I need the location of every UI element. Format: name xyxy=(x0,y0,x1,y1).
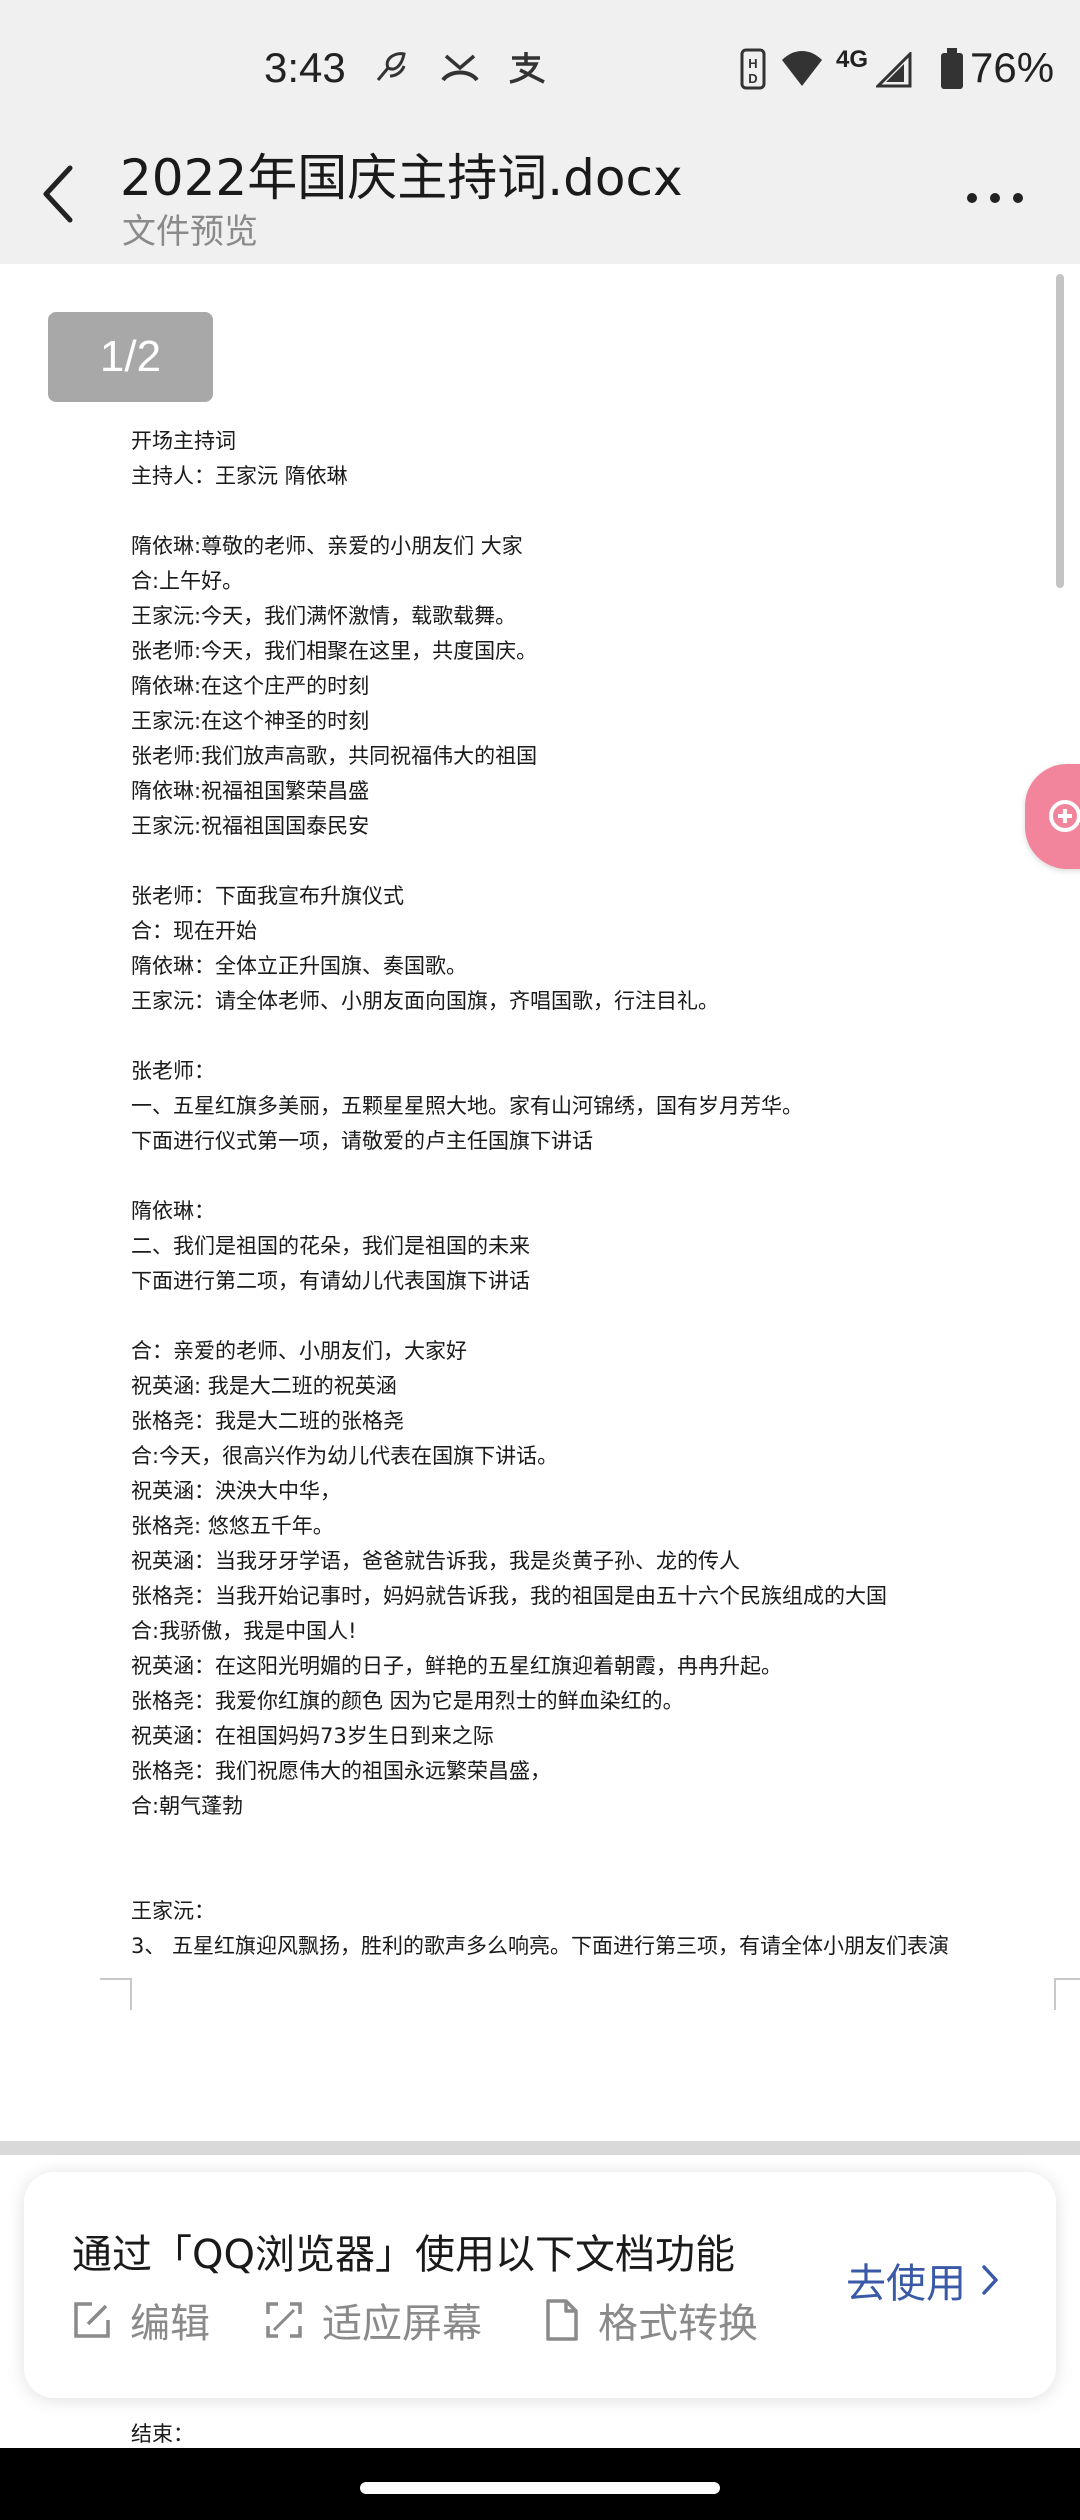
document-line: 隋依琳:在这个庄严的时刻 xyxy=(131,674,370,698)
back-button[interactable] xyxy=(30,158,90,228)
home-indicator[interactable] xyxy=(360,2482,720,2494)
document-line: 3、 五星红旗迎风飘扬，胜利的歌声多么响亮。下面进行第三项，有请全体小朋友们表演 xyxy=(131,1934,950,1958)
system-navigation-bar xyxy=(0,2448,1080,2520)
document-line: 张老师:今天，我们相聚在这里，共度国庆。 xyxy=(131,639,538,663)
document-icon xyxy=(546,2299,578,2341)
svg-text:D: D xyxy=(748,71,757,86)
app-header: 2022年国庆主持词.docx 文件预览 xyxy=(0,128,1080,264)
fit-screen-feature-button[interactable]: 适应屏幕 xyxy=(264,2292,482,2348)
document-line: 二、我们是祖国的花朵，我们是祖国的未来 xyxy=(131,1234,530,1258)
document-line: 张格尧：我爱你红旗的颜色 因为它是用烈士的鲜血染红的。 xyxy=(131,1689,684,1713)
fit-screen-feature-label: 适应屏幕 xyxy=(322,2301,482,2347)
document-line: 王家沅：请全体老师、小朋友面向国旗，齐唱国歌，行注目礼。 xyxy=(131,989,719,1013)
document-line: 合:我骄傲，我是中国人! xyxy=(131,1619,357,1643)
document-line: 隋依琳:尊敬的老师、亲爱的小朋友们 大家 xyxy=(131,534,523,558)
document-line: 下面进行第二项，有请幼儿代表国旗下讲话 xyxy=(131,1269,530,1293)
document-line: 王家沅:祝福祖国国泰民安 xyxy=(131,814,370,838)
document-line: 张老师： xyxy=(131,1059,215,1083)
alipay-notification-icon xyxy=(509,52,545,84)
chevron-right-icon xyxy=(982,2265,998,2295)
more-dots-icon xyxy=(967,193,1023,203)
page-divider xyxy=(0,2141,1080,2155)
document-line: 合:上午好。 xyxy=(131,569,244,593)
wifi-icon xyxy=(782,51,822,86)
document-line: 张格尧: 悠悠五千年。 xyxy=(131,1514,334,1538)
next-page-text: 结束： xyxy=(131,2422,194,2446)
floating-assistant-tab[interactable] xyxy=(1025,764,1080,869)
document-line: 张格尧：我们祝愿伟大的祖国永远繁荣昌盛， xyxy=(131,1759,551,1783)
page-counter-badge: 1/2 xyxy=(48,312,213,402)
document-line: 祝英涵：当我牙牙学语，爸爸就告诉我，我是炎黄子孙、龙的传人 xyxy=(131,1549,740,1573)
more-options-button[interactable] xyxy=(960,168,1030,228)
document-page-content: 开场主持词主持人：王家沅 隋依琳隋依琳:尊敬的老师、亲爱的小朋友们 大家 合:上午… xyxy=(131,424,1061,1964)
edit-feature-label: 编辑 xyxy=(130,2301,210,2347)
battery-percentage: 76% xyxy=(970,44,1055,91)
page-corner-mark xyxy=(1054,1978,1080,2010)
document-line: 合：现在开始 xyxy=(131,919,257,943)
document-line: 张老师:我们放声高歌，共同祝福伟大的祖国 xyxy=(131,744,538,768)
fit-screen-icon xyxy=(266,2302,302,2338)
document-line: 张格尧：当我开始记事时，妈妈就告诉我，我的祖国是由五十六个民族组成的大国 xyxy=(131,1584,887,1608)
document-line: 张老师：下面我宣布升旗仪式 xyxy=(131,884,404,908)
document-line: 开场主持词 xyxy=(131,429,236,453)
document-line: 祝英涵：在祖国妈妈73岁生日到来之际 xyxy=(131,1724,494,1748)
document-line: 祝英涵：在这阳光明媚的日子，鲜艳的五星红旗迎着朝霞，冉冉升起。 xyxy=(131,1654,782,1678)
chevron-left-icon xyxy=(43,165,73,223)
battery-icon xyxy=(941,48,963,89)
edit-feature-button[interactable]: 编辑 xyxy=(72,2292,210,2348)
hd-icon: H D xyxy=(740,48,766,90)
document-line: 合:今天，很高兴作为幼儿代表在国旗下讲话。 xyxy=(131,1444,559,1468)
document-line: 一、五星红旗多美丽，五颗星星照大地。家有山河锦绣，国有岁月芳华。 xyxy=(131,1094,803,1118)
qq-browser-promo-card[interactable]: 通过「QQ浏览器」使用以下文档功能 编辑 适应屏幕 格式转换 去使用 xyxy=(24,2172,1056,2398)
network-type-label: 4G xyxy=(836,46,869,73)
document-line: 祝英涵: 我是大二班的祝英涵 xyxy=(131,1374,397,1398)
document-subtitle: 文件预览 xyxy=(122,212,258,252)
document-line: 隋依琳：全体立正升国旗、奏国歌。 xyxy=(131,954,467,978)
add-circle-icon xyxy=(1049,800,1080,832)
go-use-button[interactable]: 去使用 xyxy=(846,2252,1000,2308)
document-line: 下面进行仪式第一项，请敬爱的卢主任国旗下讲话 xyxy=(131,1129,593,1153)
document-line: 隋依琳： xyxy=(131,1199,215,1223)
status-time: 3:43 xyxy=(264,44,346,91)
page-corner-mark xyxy=(100,1978,132,2010)
status-bar: 3:43 H D 4G 76% xyxy=(0,0,1080,128)
svg-text:H: H xyxy=(748,56,757,71)
document-line: 王家沅:今天，我们满怀激情，载歌载舞。 xyxy=(131,604,517,628)
go-use-label: 去使用 xyxy=(846,2261,966,2307)
document-title: 2022年国庆主持词.docx xyxy=(120,149,683,207)
format-convert-feature-button[interactable]: 格式转换 xyxy=(544,2292,758,2348)
format-convert-feature-label: 格式转换 xyxy=(598,2301,758,2347)
document-line: 王家沅： xyxy=(131,1899,215,1923)
document-line: 王家沅:在这个神圣的时刻 xyxy=(131,709,370,733)
edit-icon xyxy=(74,2302,110,2338)
document-line: 合：亲爱的老师、小朋友们，大家好 xyxy=(131,1339,467,1363)
signal-icon xyxy=(876,52,912,88)
document-line: 祝英涵：泱泱大中华， xyxy=(131,1479,341,1503)
promo-title: 通过「QQ浏览器」使用以下文档功能 xyxy=(72,2232,735,2278)
document-line: 合:朝气蓬勃 xyxy=(131,1794,244,1818)
document-line: 张格尧：我是大二班的张格尧 xyxy=(131,1409,404,1433)
missed-call-icon xyxy=(441,54,479,82)
feather-notification-icon xyxy=(376,52,406,81)
document-line: 隋依琳:祝福祖国繁荣昌盛 xyxy=(131,779,370,803)
document-line: 主持人：王家沅 隋依琳 xyxy=(131,464,348,488)
